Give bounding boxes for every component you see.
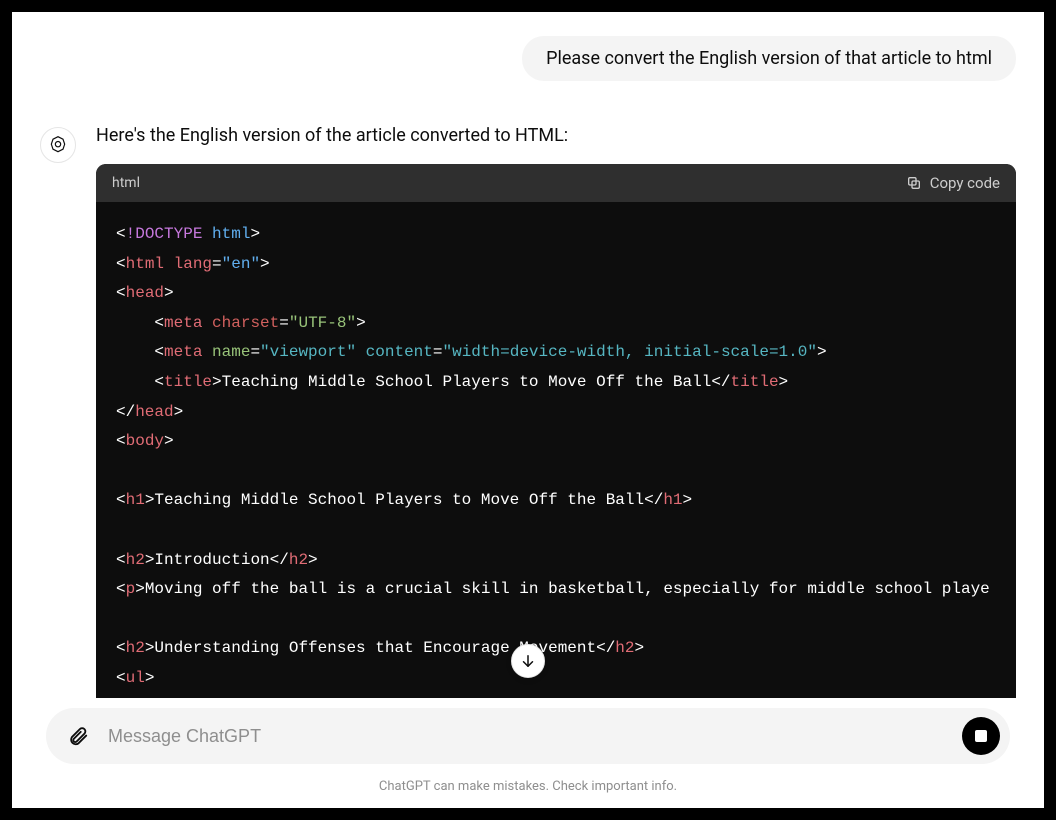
openai-logo-icon: [48, 135, 68, 155]
app-frame: Please convert the English version of th…: [12, 12, 1044, 808]
copy-icon: [906, 175, 922, 191]
attach-button[interactable]: [62, 720, 94, 752]
code-block: html Copy code <!DOCTYPE html> <html lan…: [96, 164, 1016, 698]
copy-code-label: Copy code: [930, 174, 1000, 192]
footer-disclaimer: ChatGPT can make mistakes. Check importa…: [12, 779, 1044, 794]
user-message-bubble: Please convert the English version of th…: [522, 36, 1016, 81]
stop-icon: [975, 730, 987, 742]
paperclip-icon: [67, 725, 89, 747]
stop-button[interactable]: [962, 717, 1000, 755]
code-body[interactable]: <!DOCTYPE html> <html lang="en"> <head> …: [96, 202, 1016, 698]
assistant-message-row: Here's the English version of the articl…: [40, 125, 1016, 698]
assistant-avatar: [40, 127, 76, 163]
composer: [46, 708, 1010, 764]
message-input[interactable]: [108, 726, 948, 747]
scroll-to-bottom-button[interactable]: [511, 644, 545, 678]
chat-scroll-area: Please convert the English version of th…: [12, 12, 1044, 698]
code-header: html Copy code: [96, 164, 1016, 202]
code-language-label: html: [112, 175, 140, 191]
arrow-down-icon: [519, 652, 537, 670]
user-message-row: Please convert the English version of th…: [40, 36, 1016, 81]
user-message-text: Please convert the English version of th…: [546, 48, 992, 69]
copy-code-button[interactable]: Copy code: [906, 174, 1000, 192]
assistant-content: Here's the English version of the articl…: [96, 125, 1016, 698]
assistant-intro-text: Here's the English version of the articl…: [96, 125, 1016, 146]
